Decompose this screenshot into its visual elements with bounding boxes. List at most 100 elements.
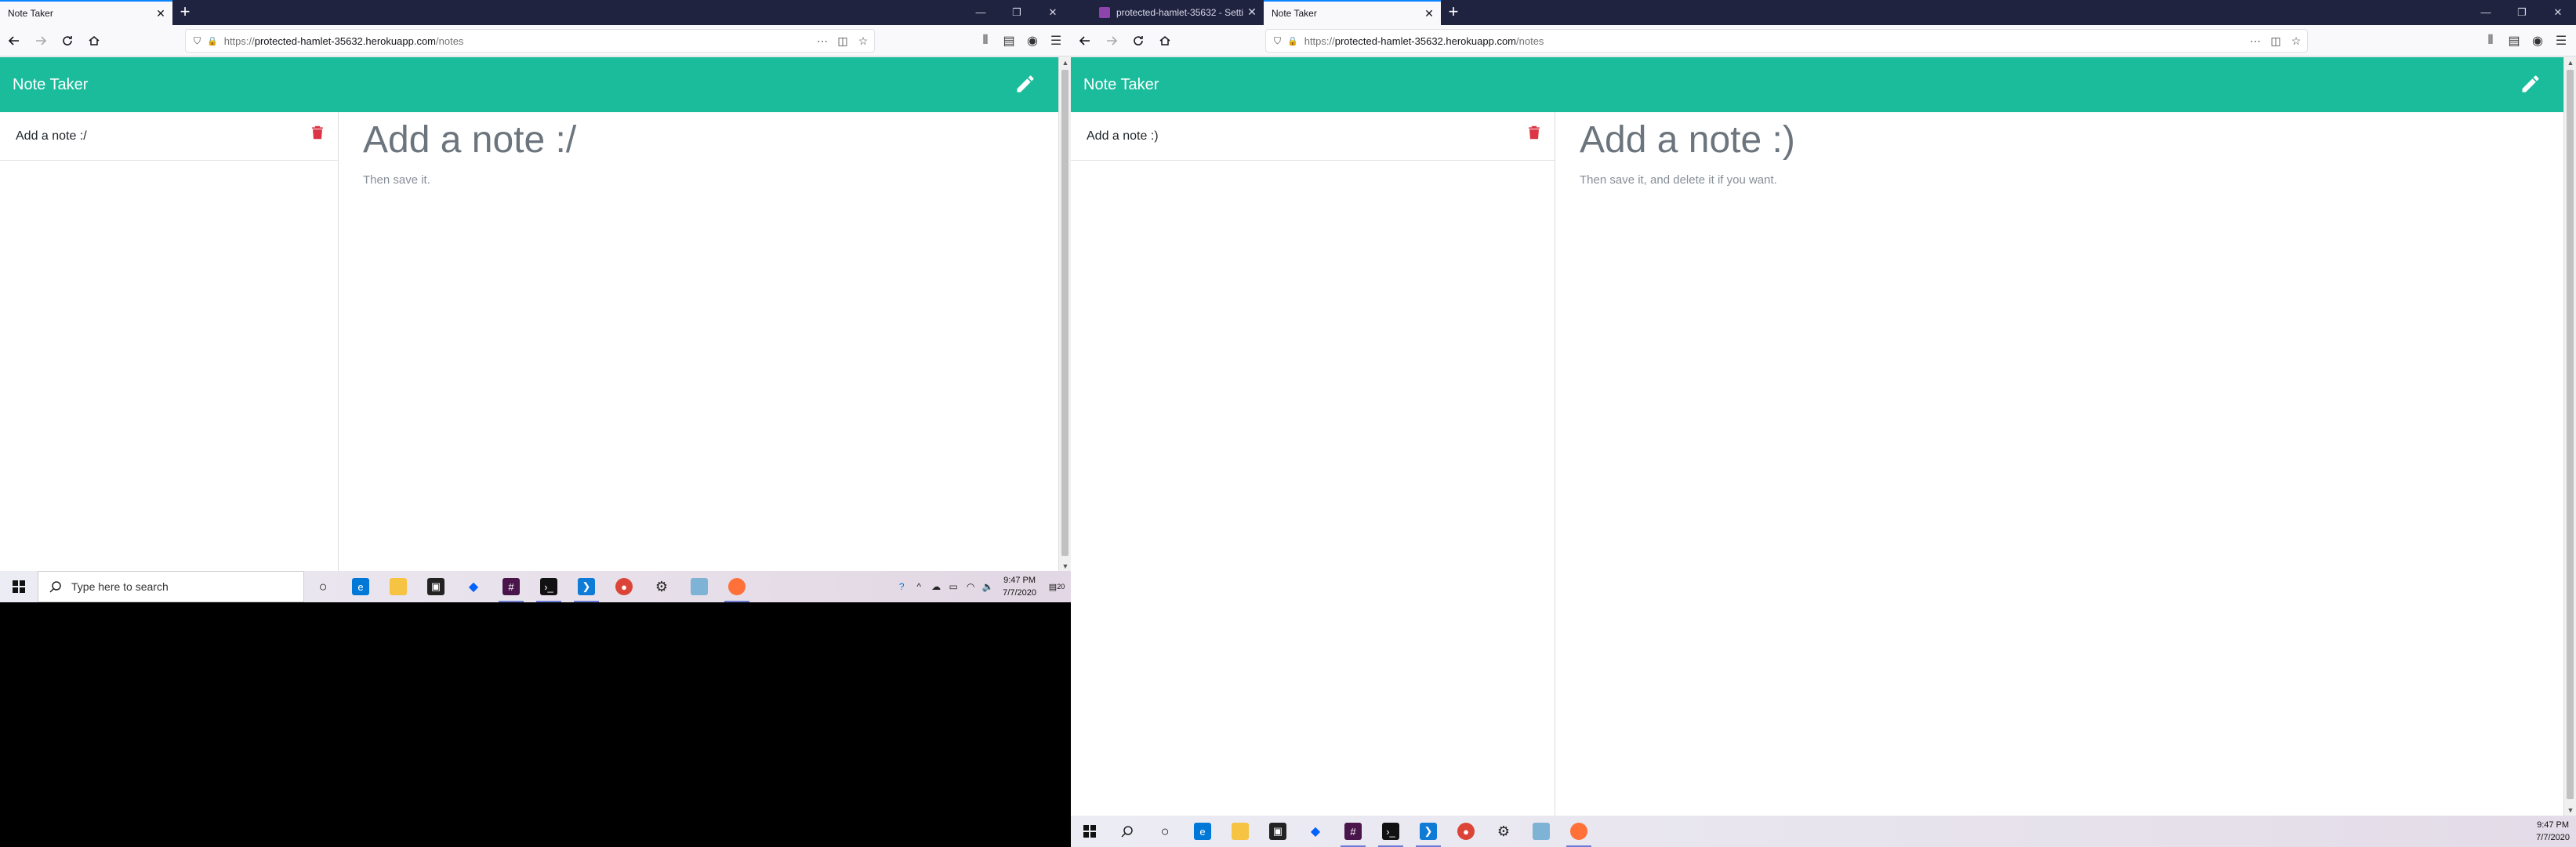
start-button[interactable]: [1071, 816, 1108, 847]
trash-icon[interactable]: [1528, 125, 1540, 140]
terminal-button[interactable]: ›_: [530, 571, 568, 602]
dropbox-button[interactable]: ◆: [455, 571, 492, 602]
tab-close-icon[interactable]: ✕: [155, 8, 166, 19]
clock[interactable]: 9:47 PM 7/7/2020: [2530, 819, 2576, 844]
edge-button[interactable]: e: [1184, 816, 1221, 847]
dropbox-button[interactable]: ◆: [1297, 816, 1334, 847]
maximize-button[interactable]: ❐: [2504, 0, 2540, 25]
library-icon[interactable]: ⫴: [2479, 28, 2502, 53]
menu-icon[interactable]: ☰: [2549, 28, 2573, 53]
vscode-button[interactable]: ❯: [1410, 816, 1447, 847]
note-title-input[interactable]: Add a note :/: [363, 118, 576, 162]
app-title[interactable]: Note Taker: [13, 76, 88, 94]
minimize-button[interactable]: —: [2468, 0, 2504, 25]
shield-icon[interactable]: ⛉: [1274, 35, 1281, 47]
lock-icon[interactable]: 🔒: [1287, 36, 1298, 46]
scrollbar[interactable]: ▲ ▼: [1058, 57, 1071, 572]
tab-close-icon[interactable]: ✕: [1424, 8, 1435, 19]
search-button[interactable]: [1108, 816, 1146, 847]
cloud-icon[interactable]: ☁: [927, 571, 945, 602]
volume-icon[interactable]: 🔈: [979, 571, 996, 602]
start-button[interactable]: [0, 571, 38, 602]
note-text-input[interactable]: Then save it.: [363, 173, 430, 187]
scroll-thumb[interactable]: [2567, 70, 2574, 799]
taskbar-search-box[interactable]: Type here to search: [38, 571, 304, 602]
trash-icon[interactable]: [311, 125, 324, 140]
shield-icon[interactable]: ⛉: [194, 35, 201, 47]
scroll-down-arrow[interactable]: ▼: [2564, 805, 2576, 816]
sidebar-icon[interactable]: ▤: [2502, 28, 2526, 53]
more-icon[interactable]: ⋯: [816, 35, 829, 47]
terminal-button[interactable]: ›_: [1372, 816, 1410, 847]
tab-note-taker[interactable]: Note Taker ✕: [0, 0, 172, 25]
chrome-button[interactable]: ●: [605, 571, 643, 602]
lock-icon[interactable]: 🔒: [207, 36, 218, 46]
scrollbar[interactable]: ▲ ▼: [2563, 57, 2576, 816]
star-icon[interactable]: ☆: [2290, 35, 2302, 47]
reload-button[interactable]: [55, 28, 80, 53]
files-button[interactable]: [680, 571, 718, 602]
reload-button[interactable]: [1126, 28, 1151, 53]
slack-button[interactable]: #: [1334, 816, 1372, 847]
note-title-input[interactable]: Add a note :): [1580, 118, 1795, 162]
close-window-button[interactable]: ✕: [2540, 0, 2576, 25]
scroll-down-arrow[interactable]: ▼: [1059, 561, 1071, 572]
url-bar[interactable]: ⛉ 🔒 https:// protected-hamlet-35632.hero…: [185, 29, 875, 53]
scroll-up-arrow[interactable]: ▲: [1059, 57, 1071, 68]
cortana-button[interactable]: ○: [304, 571, 342, 602]
list-item[interactable]: Add a note :): [1071, 112, 1555, 161]
new-tab-button[interactable]: +: [1441, 0, 1466, 25]
scroll-up-arrow[interactable]: ▲: [2564, 57, 2576, 68]
vscode-button[interactable]: ❯: [568, 571, 605, 602]
file-explorer-button[interactable]: [379, 571, 417, 602]
app-title[interactable]: Note Taker: [1083, 76, 1159, 94]
slack-button[interactable]: #: [492, 571, 530, 602]
cortana-button[interactable]: ○: [1146, 816, 1184, 847]
scroll-thumb[interactable]: [1061, 70, 1068, 556]
edge-button[interactable]: e: [342, 571, 379, 602]
menu-icon[interactable]: ☰: [1044, 28, 1068, 53]
back-button[interactable]: [2, 28, 27, 53]
home-button[interactable]: [82, 28, 107, 53]
note-text-input[interactable]: Then save it, and delete it if you want.: [1580, 173, 1777, 187]
back-button[interactable]: [1072, 28, 1098, 53]
search-icon: [1121, 826, 1133, 838]
firefox-button[interactable]: [718, 571, 756, 602]
tab-close-icon[interactable]: ✕: [1246, 6, 1257, 17]
tab-note-taker[interactable]: Note Taker ✕: [1264, 0, 1441, 25]
pocket-icon[interactable]: ◫: [2269, 35, 2282, 47]
settings-button[interactable]: ⚙: [1485, 816, 1522, 847]
store-button[interactable]: ▣: [1259, 816, 1297, 847]
pencil-icon[interactable]: [2520, 73, 2542, 95]
wifi-icon[interactable]: ◠: [962, 571, 979, 602]
account-icon[interactable]: ◉: [1021, 28, 1044, 53]
list-item[interactable]: Add a note :/: [0, 112, 338, 161]
files-button[interactable]: [1522, 816, 1560, 847]
chevron-up-icon[interactable]: ^: [910, 571, 927, 602]
settings-button[interactable]: ⚙: [643, 571, 680, 602]
battery-icon[interactable]: ▭: [945, 571, 962, 602]
forward-button[interactable]: [28, 28, 53, 53]
notification-center[interactable]: ▤ 20: [1043, 571, 1071, 602]
clock[interactable]: 9:47 PM 7/7/2020: [996, 574, 1043, 599]
close-window-button[interactable]: ✕: [1035, 0, 1071, 25]
star-icon[interactable]: ☆: [857, 35, 869, 47]
firefox-button[interactable]: [1560, 816, 1598, 847]
chrome-button[interactable]: ●: [1447, 816, 1485, 847]
maximize-button[interactable]: ❐: [999, 0, 1035, 25]
more-icon[interactable]: ⋯: [2249, 35, 2262, 47]
file-explorer-button[interactable]: [1221, 816, 1259, 847]
pencil-icon[interactable]: [1014, 73, 1036, 95]
sidebar-icon[interactable]: ▤: [997, 28, 1021, 53]
help-icon[interactable]: ?: [893, 571, 910, 602]
new-tab-button[interactable]: +: [172, 0, 198, 25]
forward-button[interactable]: [1099, 28, 1124, 53]
library-icon[interactable]: ⫴: [974, 28, 997, 53]
home-button[interactable]: [1152, 28, 1177, 53]
url-bar[interactable]: ⛉ 🔒 https:// protected-hamlet-35632.hero…: [1265, 29, 2308, 53]
store-button[interactable]: ▣: [417, 571, 455, 602]
pocket-icon[interactable]: ◫: [836, 35, 849, 47]
minimize-button[interactable]: —: [963, 0, 999, 25]
tab-heroku-settings[interactable]: protected-hamlet-35632 - Setti ✕: [1091, 0, 1264, 25]
account-icon[interactable]: ◉: [2526, 28, 2549, 53]
